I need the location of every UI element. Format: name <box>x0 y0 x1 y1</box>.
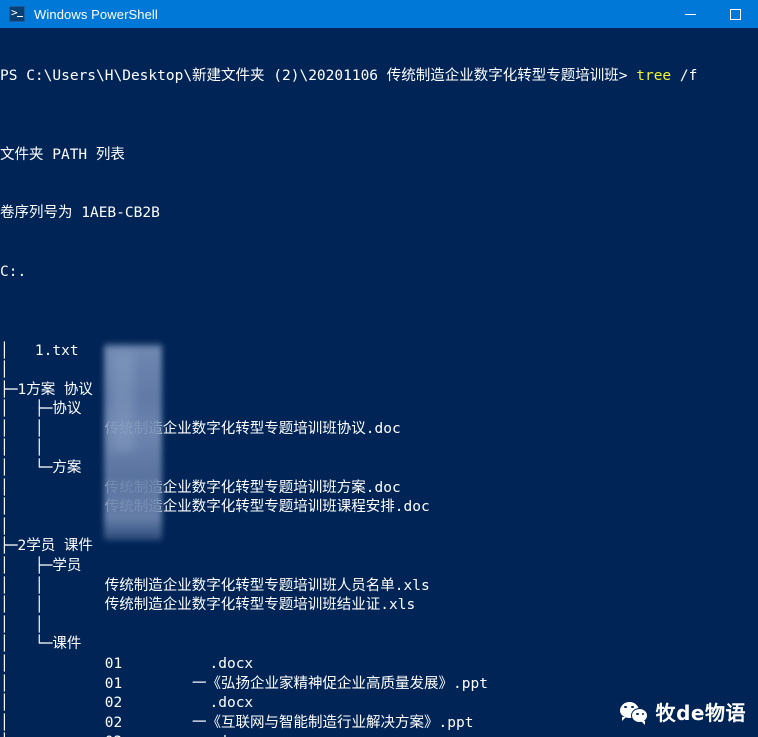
wechat-icon <box>619 701 648 725</box>
watermark-text: 牧de物语 <box>655 701 746 725</box>
tree-line: │ └─方案 <box>0 460 82 477</box>
tree-line: │ 1.txt <box>0 342 79 359</box>
tree-line: │ ├─学员 <box>0 558 82 575</box>
tree-header-volume-serial: 卷序列号为 1AEB-CB2B <box>0 205 160 222</box>
window-controls <box>668 0 758 28</box>
title-bar: Windows PowerShell <box>0 0 758 28</box>
tree-line: │ 传统制造企业数字化转型专题培训班课程安排.doc <box>0 499 430 516</box>
tree-line: │ │ 传统制造企业数字化转型专题培训班结业证.xls <box>0 597 416 614</box>
tree-line: │ │ <box>0 440 105 457</box>
window-title: Windows PowerShell <box>34 6 158 22</box>
tree-line: │ 03 .docx <box>0 733 758 737</box>
minimize-icon <box>685 13 696 15</box>
tree-line: │ 传统制造企业数字化转型专题培训班方案.doc <box>0 479 401 496</box>
tree-line: │ 01 .docx <box>0 656 254 672</box>
tree-line: │ │ 传统制造企业数字化转型专题培训班协议.doc <box>0 420 401 437</box>
powershell-window: Windows PowerShell PS C:\Users\H\Desktop… <box>0 0 758 737</box>
minimize-button[interactable] <box>668 0 713 28</box>
tree-line: ├─2学员 课件 <box>0 538 93 555</box>
tree-line: │ 01 一《弘扬企业家精神促企业高质量发展》.ppt <box>0 675 488 692</box>
tree-line: │ └─课件 <box>0 636 82 653</box>
watermark: 牧de物语 <box>619 697 746 726</box>
tree-line: │ │ 传统制造企业数字化转型专题培训班人员名单.xls <box>0 577 430 594</box>
tree-root: C:. <box>0 264 27 281</box>
prompt-line: PS C:\Users\H\Desktop\新建文件夹 (2)\20201106… <box>0 67 758 87</box>
tree-line: ├─1方案 协议 <box>0 381 93 398</box>
tree-header-path-list: 文件夹 PATH 列表 <box>0 146 125 163</box>
tree-listing: │ 1.txt │ ├─1方案 协议 │ ├─协议 │ │ 传统制造企业数字化转型专题… <box>0 342 758 737</box>
maximize-button[interactable] <box>713 0 758 28</box>
prompt-path: PS C:\Users\H\Desktop\新建文件夹 (2)\20201106… <box>0 68 637 85</box>
command-args: /f <box>671 68 698 85</box>
tree-line: │ ├─协议 <box>0 401 82 418</box>
maximize-icon <box>730 8 741 20</box>
tree-line: │ │ <box>0 616 105 633</box>
console-output[interactable]: PS C:\Users\H\Desktop\新建文件夹 (2)\20201106… <box>0 28 758 737</box>
tree-line: │ <box>0 518 105 535</box>
command-name: tree <box>636 68 672 85</box>
tree-line: │ <box>0 362 35 379</box>
powershell-icon <box>9 5 25 22</box>
